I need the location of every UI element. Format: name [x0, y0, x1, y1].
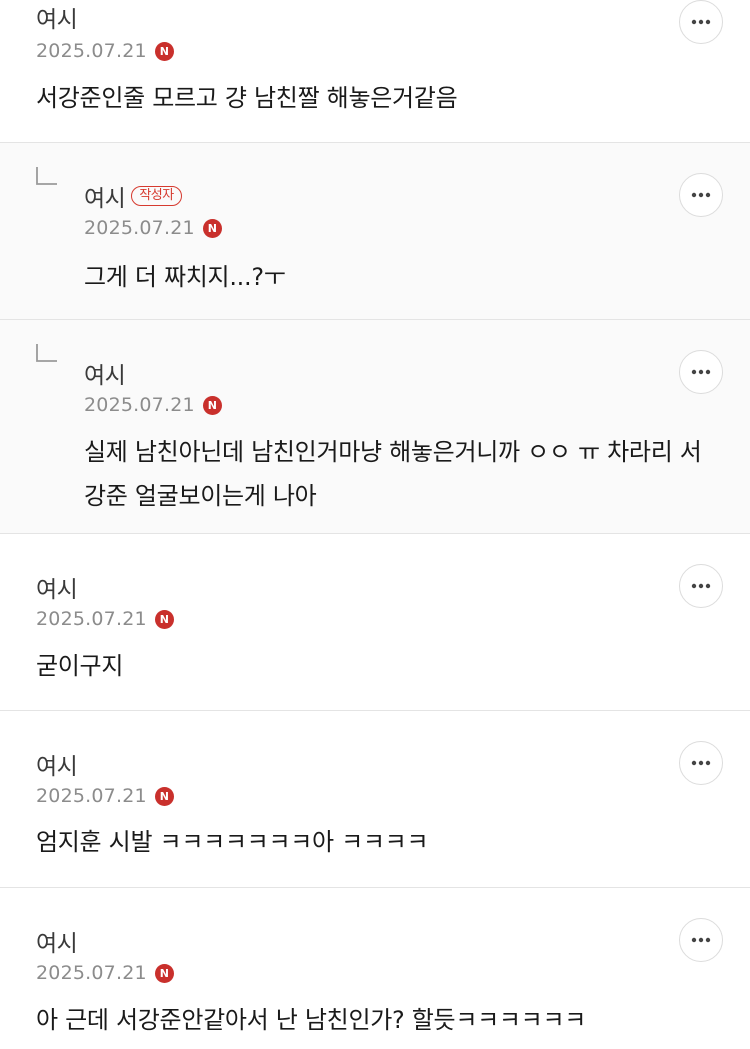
comment-header: 여시	[36, 747, 78, 781]
comment-meta: 2025.07.21 N	[36, 608, 174, 630]
author-badge: 작성자	[131, 186, 182, 206]
comment-body: 아 근데 서강준안같아서 난 남친인가? 할듯ㅋㅋㅋㅋㅋㅋ	[36, 1006, 587, 1034]
more-dots-icon	[691, 19, 711, 25]
comment-item: 여시 2025.07.21 N 엄지훈 시발 ㅋㅋㅋㅋㅋㅋㅋ아 ㅋㅋㅋㅋ	[0, 711, 750, 888]
comment-author[interactable]: 여시	[84, 356, 126, 390]
more-options-button[interactable]	[679, 918, 723, 962]
comment-date: 2025.07.21	[36, 608, 147, 630]
more-options-button[interactable]	[679, 0, 723, 44]
comment-body: 서강준인줄 모르고 걍 남친짤 해놓은거같음	[36, 84, 458, 112]
comment-author[interactable]: 여시	[36, 924, 78, 958]
comment-meta: 2025.07.21 N	[84, 394, 222, 416]
more-dots-icon	[691, 192, 711, 198]
comment-body: 그게 더 짜치지...?ㅜ	[84, 263, 286, 291]
comment-author[interactable]: 여시	[36, 747, 78, 781]
naver-n-icon: N	[154, 786, 174, 806]
more-dots-icon	[691, 583, 711, 589]
comment-body: 엄지훈 시발 ㅋㅋㅋㅋㅋㅋㅋ아 ㅋㅋㅋㅋ	[36, 828, 429, 856]
comment-body: 굳이구지	[36, 652, 124, 680]
naver-n-icon: N	[154, 41, 174, 61]
naver-n-icon: N	[154, 963, 174, 983]
comment-date: 2025.07.21	[36, 962, 147, 984]
reply-arrow-icon	[36, 344, 57, 362]
more-options-button[interactable]	[679, 173, 723, 217]
comment-date: 2025.07.21	[84, 217, 195, 239]
naver-n-icon: N	[154, 609, 174, 629]
reply-comment-item: 여시 2025.07.21 N 실제 남친아닌데 남친인거마냥 해놓은거니까 ㅇ…	[0, 320, 750, 534]
reply-arrow-icon	[36, 167, 57, 185]
comment-date: 2025.07.21	[84, 394, 195, 416]
more-options-button[interactable]	[679, 564, 723, 608]
more-options-button[interactable]	[679, 350, 723, 394]
more-dots-icon	[691, 937, 711, 943]
more-dots-icon	[691, 760, 711, 766]
comment-header: 여시	[36, 0, 78, 34]
comment-author[interactable]: 여시	[84, 179, 126, 213]
comment-item: 여시 2025.07.21 N 서강준인줄 모르고 걍 남친짤 해놓은거같음	[0, 0, 750, 143]
comment-author[interactable]: 여시	[36, 570, 78, 604]
naver-n-icon: N	[202, 395, 222, 415]
comment-meta: 2025.07.21 N	[36, 785, 174, 807]
comment-meta: 2025.07.21 N	[36, 40, 174, 62]
more-dots-icon	[691, 369, 711, 375]
naver-n-icon: N	[202, 218, 222, 238]
comment-item: 여시 2025.07.21 N 아 근데 서강준안같아서 난 남친인가? 할듯ㅋ…	[0, 888, 750, 1049]
comment-author[interactable]: 여시	[36, 0, 78, 34]
comment-meta: 2025.07.21 N	[36, 962, 174, 984]
reply-comment-item: 여시 작성자 2025.07.21 N 그게 더 짜치지...?ㅜ	[0, 143, 750, 320]
comment-header: 여시	[84, 356, 126, 390]
comment-header: 여시 작성자	[84, 179, 182, 213]
comment-date: 2025.07.21	[36, 785, 147, 807]
comment-date: 2025.07.21	[36, 40, 147, 62]
comment-header: 여시	[36, 570, 78, 604]
comment-header: 여시	[36, 924, 78, 958]
comment-body: 실제 남친아닌데 남친인거마냥 해놓은거니까 ㅇㅇ ㅠ 차라리 서강준 얼굴보이…	[84, 438, 702, 510]
comment-meta: 2025.07.21 N	[84, 217, 222, 239]
comment-item: 여시 2025.07.21 N 굳이구지	[0, 534, 750, 711]
more-options-button[interactable]	[679, 741, 723, 785]
